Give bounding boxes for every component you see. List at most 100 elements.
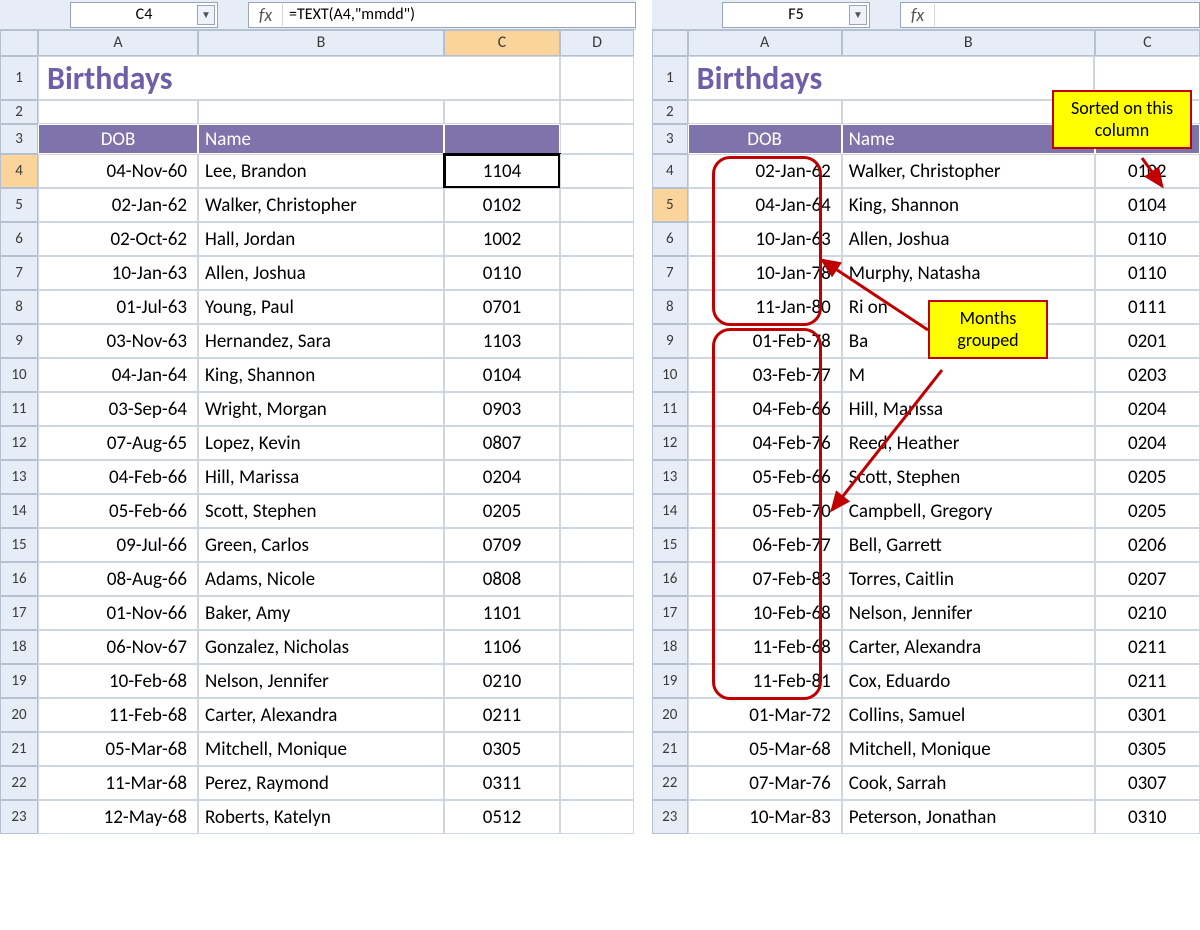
table-row[interactable]: 17 10-Feb-68 Nelson, Jennifer 0210 [652, 596, 1200, 630]
cell-mmdd[interactable]: 0305 [444, 732, 560, 766]
cell-name[interactable]: Carter, Alexandra [842, 630, 1095, 664]
cell-dob[interactable]: 02-Jan-62 [688, 154, 842, 188]
cell-mmdd[interactable]: 0206 [1095, 528, 1200, 562]
table-row[interactable]: 19 10-Feb-68 Nelson, Jennifer 0210 [0, 664, 636, 698]
cell-name[interactable]: Lopez, Kevin [198, 426, 444, 460]
cell-dob[interactable]: 11-Feb-68 [38, 698, 198, 732]
row-header[interactable]: 19 [0, 664, 38, 698]
table-row[interactable]: 23 10-Mar-83 Peterson, Jonathan 0310 [652, 800, 1200, 834]
cell-name[interactable]: Hill, Marissa [842, 392, 1095, 426]
cell-dob[interactable]: 11-Jan-80 [688, 290, 842, 324]
cell-mmdd[interactable]: 1104 [444, 154, 560, 188]
cell[interactable] [560, 698, 634, 732]
col-header-d[interactable]: D [560, 30, 634, 56]
cell-mmdd[interactable]: 0512 [444, 800, 560, 834]
cell[interactable] [560, 732, 634, 766]
cell[interactable] [560, 562, 634, 596]
cell-name[interactable]: Cox, Eduardo [842, 664, 1095, 698]
cell-dob[interactable]: 07-Feb-83 [688, 562, 842, 596]
cell-mmdd[interactable]: 0301 [1095, 698, 1200, 732]
table-header-dob[interactable]: DOB [688, 124, 842, 154]
cell[interactable] [560, 124, 634, 154]
row-header[interactable]: 23 [0, 800, 38, 834]
table-row[interactable]: 15 09-Jul-66 Green, Carlos 0709 [0, 528, 636, 562]
cell[interactable] [560, 392, 634, 426]
cell-mmdd[interactable]: 0110 [1095, 256, 1200, 290]
cell-dob[interactable]: 08-Aug-66 [38, 562, 198, 596]
cell-name[interactable]: Hill, Marissa [198, 460, 444, 494]
cell[interactable] [560, 324, 634, 358]
col-header-c[interactable]: C [1095, 30, 1200, 56]
cell-name[interactable]: Perez, Raymond [198, 766, 444, 800]
table-row[interactable]: 21 05-Mar-68 Mitchell, Monique 0305 [652, 732, 1200, 766]
table-row[interactable]: 12 04-Feb-76 Reed, Heather 0204 [652, 426, 1200, 460]
cell-name[interactable]: Young, Paul [198, 290, 444, 324]
cell-mmdd[interactable]: 0211 [444, 698, 560, 732]
table-row[interactable]: 8 01-Jul-63 Young, Paul 0701 [0, 290, 636, 324]
cell-mmdd[interactable]: 0808 [444, 562, 560, 596]
table-row[interactable]: 6 02-Oct-62 Hall, Jordan 1002 [0, 222, 636, 256]
row-header[interactable]: 14 [0, 494, 38, 528]
cell[interactable] [560, 460, 634, 494]
cell[interactable] [688, 100, 842, 124]
cell-name[interactable]: Collins, Samuel [842, 698, 1095, 732]
table-row[interactable]: 11 04-Feb-66 Hill, Marissa 0204 [652, 392, 1200, 426]
cell[interactable] [560, 596, 634, 630]
cell-name[interactable]: Roberts, Katelyn [198, 800, 444, 834]
cell-mmdd[interactable]: 0210 [1095, 596, 1200, 630]
row-header[interactable]: 10 [652, 358, 688, 392]
row-header[interactable]: 15 [0, 528, 38, 562]
row-header[interactable]: 17 [652, 596, 688, 630]
cell-mmdd[interactable]: 0903 [444, 392, 560, 426]
cell-dob[interactable]: 07-Aug-65 [38, 426, 198, 460]
cell-dob[interactable]: 03-Nov-63 [38, 324, 198, 358]
cell-mmdd[interactable]: 0211 [1095, 664, 1200, 698]
cell-dob[interactable]: 04-Feb-66 [38, 460, 198, 494]
cell-dob[interactable]: 04-Jan-64 [688, 188, 842, 222]
table-row[interactable]: 14 05-Feb-66 Scott, Stephen 0205 [0, 494, 636, 528]
col-header-a[interactable]: A [688, 30, 842, 56]
row-header[interactable]: 19 [652, 664, 688, 698]
row-header[interactable]: 3 [0, 124, 38, 154]
cell-name[interactable]: Hall, Jordan [198, 222, 444, 256]
cell-mmdd[interactable]: 0207 [1095, 562, 1200, 596]
formula-input[interactable]: fx =TEXT(A4,"mmdd") [248, 2, 636, 28]
cell-dob[interactable]: 01-Nov-66 [38, 596, 198, 630]
row-header[interactable]: 7 [0, 256, 38, 290]
table-row[interactable]: 11 03-Sep-64 Wright, Morgan 0903 [0, 392, 636, 426]
cell-mmdd[interactable]: 0807 [444, 426, 560, 460]
row-header[interactable]: 14 [652, 494, 688, 528]
cell-dob[interactable]: 11-Feb-68 [688, 630, 842, 664]
cell-name[interactable]: King, Shannon [842, 188, 1095, 222]
cell-mmdd[interactable]: 1002 [444, 222, 560, 256]
cell-name[interactable]: Baker, Amy [198, 596, 444, 630]
row-header[interactable]: 6 [0, 222, 38, 256]
cell-dob[interactable]: 11-Mar-68 [38, 766, 198, 800]
row-header[interactable]: 4 [652, 154, 688, 188]
row-header[interactable]: 6 [652, 222, 688, 256]
table-row[interactable]: 7 10-Jan-78 Murphy, Natasha 0110 [652, 256, 1200, 290]
cell[interactable] [560, 800, 634, 834]
table-row[interactable]: 23 12-May-68 Roberts, Katelyn 0512 [0, 800, 636, 834]
grid-left[interactable]: A B C D 1 Birthdays 2 3 DOB Name [0, 30, 636, 834]
fx-icon[interactable]: fx [901, 4, 935, 26]
row-header[interactable]: 22 [0, 766, 38, 800]
row-header[interactable]: 23 [652, 800, 688, 834]
table-row[interactable]: 20 01-Mar-72 Collins, Samuel 0301 [652, 698, 1200, 732]
table-row[interactable]: 13 04-Feb-66 Hill, Marissa 0204 [0, 460, 636, 494]
cell-mmdd[interactable]: 0110 [1095, 222, 1200, 256]
row-header[interactable]: 20 [652, 698, 688, 732]
table-row[interactable]: 14 05-Feb-70 Campbell, Gregory 0205 [652, 494, 1200, 528]
cell-name[interactable]: Lee, Brandon [198, 154, 444, 188]
cell-name[interactable]: King, Shannon [198, 358, 444, 392]
cell-dob[interactable]: 01-Feb-78 [688, 324, 842, 358]
cell-name[interactable]: Nelson, Jennifer [842, 596, 1095, 630]
row-header[interactable]: 13 [0, 460, 38, 494]
table-row[interactable]: 22 07-Mar-76 Cook, Sarrah 0307 [652, 766, 1200, 800]
title-cell[interactable]: Birthdays [688, 56, 1095, 100]
name-box[interactable]: C4 ▼ [70, 2, 218, 28]
cell[interactable] [444, 100, 560, 124]
cell-dob[interactable]: 04-Nov-60 [38, 154, 198, 188]
table-row[interactable]: 5 02-Jan-62 Walker, Christopher 0102 [0, 188, 636, 222]
cell-mmdd[interactable]: 0102 [1095, 154, 1200, 188]
